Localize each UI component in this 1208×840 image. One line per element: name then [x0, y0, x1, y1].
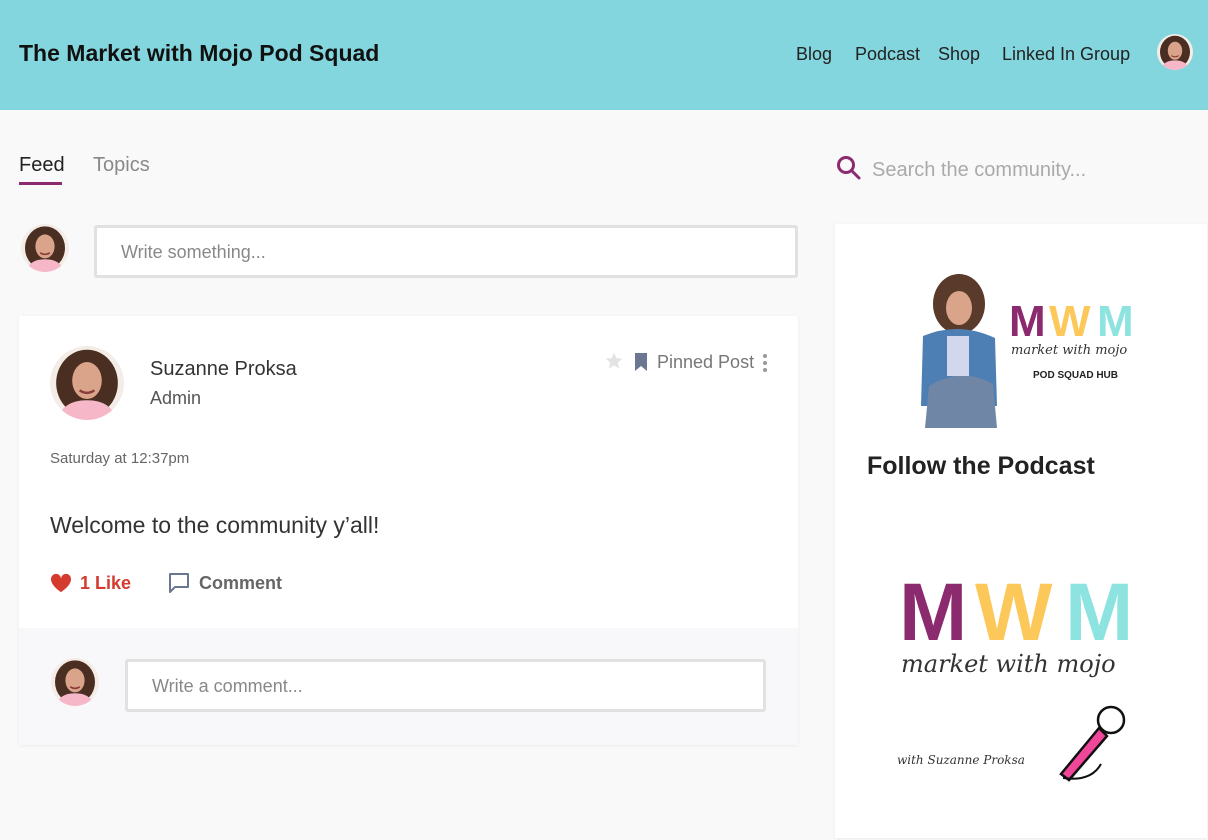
follow-podcast-heading: Follow the Podcast	[867, 452, 1095, 480]
pod-squad-hub-banner[interactable]: M W M market with mojo POD SQUAD HUB	[901, 266, 1161, 428]
podcast-logo-byline: with Suzanne Proksa	[897, 753, 1025, 767]
avatar-image	[51, 658, 99, 706]
nav-linkedin-group[interactable]: Linked In Group	[1002, 44, 1130, 65]
avatar-image	[1157, 34, 1193, 70]
search-input[interactable]	[872, 154, 1172, 186]
hub-logo-letter-3: M	[1097, 297, 1134, 346]
podcast-logo-script: market with mojo	[901, 650, 1116, 678]
avatar-image	[21, 224, 69, 272]
heart-icon	[50, 573, 72, 593]
avatar-image	[50, 346, 124, 420]
podcast-logo[interactable]: M W M market with mojo with Suzanne Prok…	[895, 564, 1155, 804]
star-icon[interactable]	[604, 351, 624, 371]
podcast-logo-letter-1: M	[899, 567, 967, 658]
podcast-logo-letter-2: W	[975, 567, 1053, 658]
sidebar-widget: M W M market with mojo POD SQUAD HUB Fol…	[835, 224, 1207, 838]
like-count-label: 1 Like	[80, 572, 132, 593]
pinned-post-card: Suzanne Proksa Admin Pinned Post Saturda…	[19, 316, 798, 745]
author-role: Admin	[150, 388, 202, 408]
comment-input[interactable]: Write a comment...	[125, 659, 766, 712]
tab-topics[interactable]: Topics	[93, 154, 150, 177]
podcast-logo-letter-3: M	[1065, 567, 1133, 658]
microphone-icon	[1059, 705, 1126, 782]
active-tab-indicator	[19, 182, 62, 185]
tab-feed[interactable]: Feed	[19, 154, 65, 177]
hub-logo-subtitle: POD SQUAD HUB	[1033, 370, 1118, 381]
more-vertical-icon[interactable]	[759, 353, 771, 373]
post-timestamp[interactable]: Saturday at 12:37pm	[50, 450, 189, 467]
site-title[interactable]: The Market with Mojo Pod Squad	[19, 40, 379, 67]
search-icon[interactable]	[836, 155, 862, 181]
author-name[interactable]: Suzanne Proksa	[150, 358, 297, 381]
nav-blog[interactable]: Blog	[796, 44, 832, 65]
commenter-avatar	[51, 658, 99, 706]
bookmark-icon	[635, 353, 647, 371]
hub-logo-letter-1: M	[1009, 297, 1046, 346]
author-avatar[interactable]	[50, 346, 124, 420]
hub-logo-letter-2: W	[1049, 297, 1091, 346]
user-menu-avatar[interactable]	[1157, 34, 1193, 70]
comment-button[interactable]: Comment	[167, 570, 282, 596]
new-post-input[interactable]: Write something...	[94, 225, 798, 278]
current-user-avatar	[21, 224, 69, 272]
nav-shop[interactable]: Shop	[938, 44, 980, 65]
post-body: Welcome to the community y’all!	[50, 512, 380, 538]
host-photo	[921, 274, 997, 428]
comment-label: Comment	[199, 572, 283, 593]
comment-section: Write a comment...	[19, 628, 798, 745]
pinned-post-label: Pinned Post	[657, 352, 755, 372]
nav-podcast[interactable]: Podcast	[855, 44, 920, 65]
top-navigation-bar: The Market with Mojo Pod Squad Blog Podc…	[0, 0, 1208, 110]
comment-icon	[169, 573, 189, 593]
hub-logo-script: market with mojo	[1011, 343, 1127, 358]
like-button[interactable]: 1 Like	[50, 570, 131, 596]
